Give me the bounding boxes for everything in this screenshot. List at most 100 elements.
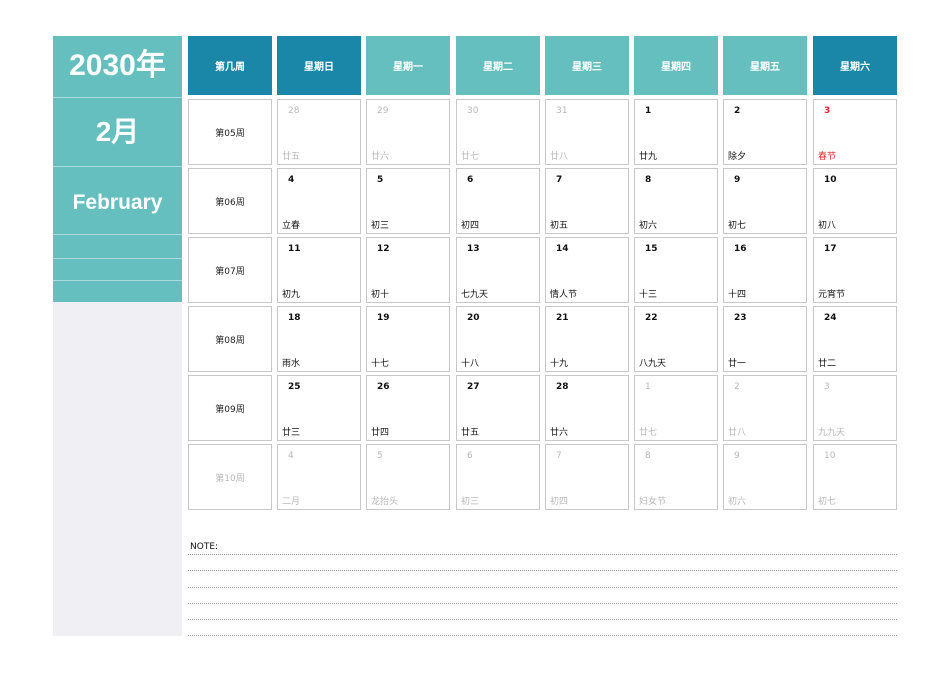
day-number: 8 [645, 451, 651, 461]
day-number: 25 [288, 382, 301, 392]
week-number-cell: 第06周 [188, 168, 272, 234]
note-line [188, 603, 897, 604]
lunar-date-label: 除夕 [728, 152, 747, 162]
header-sunday: 星期日 [277, 36, 361, 95]
day-cell[interactable]: 6 初四 [456, 168, 540, 234]
lunar-date-label: 立春 [282, 221, 301, 231]
day-cell[interactable]: 7 初五 [545, 168, 629, 234]
day-number: 2 [734, 106, 741, 116]
day-number: 10 [824, 175, 837, 185]
lunar-date-label: 春节 [818, 152, 837, 162]
day-number: 8 [645, 175, 652, 185]
day-number: 5 [377, 175, 384, 185]
day-number: 12 [377, 244, 390, 254]
lunar-date-label: 廿二 [818, 359, 837, 369]
lunar-date-label: 廿八 [550, 152, 569, 162]
week-number-cell: 第09周 [188, 375, 272, 441]
lunar-date-label: 二月 [282, 497, 301, 507]
day-number: 3 [824, 382, 830, 392]
day-cell[interactable]: 12 初十 [366, 237, 450, 303]
week-number-cell: 第07周 [188, 237, 272, 303]
day-cell[interactable]: 22 八九天 [634, 306, 718, 372]
day-cell[interactable]: 15 十三 [634, 237, 718, 303]
day-cell[interactable]: 11 初九 [277, 237, 361, 303]
day-cell[interactable]: 5 初三 [366, 168, 450, 234]
day-cell[interactable]: 19 十七 [366, 306, 450, 372]
day-cell[interactable]: 27 廿五 [456, 375, 540, 441]
day-number: 9 [734, 175, 741, 185]
header-thursday: 星期四 [634, 36, 718, 95]
day-number: 28 [556, 382, 569, 392]
day-number: 6 [467, 451, 473, 461]
day-cell[interactable]: 4 二月 [277, 444, 361, 510]
day-cell[interactable]: 29 廿六 [366, 99, 450, 165]
lunar-date-label: 九九天 [818, 428, 846, 438]
day-cell[interactable]: 8 初六 [634, 168, 718, 234]
lunar-date-label: 廿七 [639, 428, 658, 438]
header-saturday: 星期六 [813, 36, 897, 95]
day-cell[interactable]: 13 七九天 [456, 237, 540, 303]
day-cell[interactable]: 30 廿七 [456, 99, 540, 165]
day-number: 26 [377, 382, 390, 392]
day-number: 22 [645, 313, 658, 323]
day-cell[interactable]: 10 初七 [813, 444, 897, 510]
day-cell[interactable]: 17 元宵节 [813, 237, 897, 303]
day-cell[interactable]: 2 除夕 [723, 99, 807, 165]
day-number: 28 [288, 106, 300, 116]
day-number: 23 [734, 313, 747, 323]
note-line [188, 554, 897, 555]
day-cell[interactable]: 8 妇女节 [634, 444, 718, 510]
day-cell[interactable]: 26 廿四 [366, 375, 450, 441]
month-english-label: February [72, 191, 163, 214]
day-cell[interactable]: 2 廿八 [723, 375, 807, 441]
day-cell[interactable]: 31 廿八 [545, 99, 629, 165]
divider [53, 258, 182, 259]
day-cell[interactable]: 14 情人节 [545, 237, 629, 303]
day-cell[interactable]: 10 初八 [813, 168, 897, 234]
day-number: 11 [288, 244, 301, 254]
day-number: 27 [467, 382, 480, 392]
day-cell[interactable]: 25 廿三 [277, 375, 361, 441]
day-number: 3 [824, 106, 831, 116]
day-cell[interactable]: 3 春节 [813, 99, 897, 165]
lunar-date-label: 廿六 [371, 152, 390, 162]
lunar-date-label: 八九天 [639, 359, 667, 369]
lunar-date-label: 十三 [639, 290, 658, 300]
day-cell[interactable]: 7 初四 [545, 444, 629, 510]
day-cell[interactable]: 9 初六 [723, 444, 807, 510]
day-cell[interactable]: 4 立春 [277, 168, 361, 234]
day-cell[interactable]: 20 十八 [456, 306, 540, 372]
day-cell[interactable]: 6 初三 [456, 444, 540, 510]
day-cell[interactable]: 23 廿一 [723, 306, 807, 372]
lunar-date-label: 初三 [371, 221, 390, 231]
day-cell[interactable]: 28 廿五 [277, 99, 361, 165]
day-number: 21 [556, 313, 569, 323]
divider [53, 234, 182, 235]
lunar-date-label: 七九天 [461, 290, 489, 300]
divider [53, 166, 182, 167]
note-line [188, 635, 897, 636]
day-cell[interactable]: 9 初七 [723, 168, 807, 234]
lunar-date-label: 廿六 [550, 428, 569, 438]
note-line [188, 587, 897, 588]
header-monday: 星期一 [366, 36, 450, 95]
header-tuesday: 星期二 [456, 36, 540, 95]
day-number: 18 [288, 313, 301, 323]
header-week-column: 第几周 [188, 36, 272, 95]
header-wednesday: 星期三 [545, 36, 629, 95]
day-cell[interactable]: 24 廿二 [813, 306, 897, 372]
day-number: 17 [824, 244, 837, 254]
day-cell[interactable]: 3 九九天 [813, 375, 897, 441]
lunar-date-label: 十九 [550, 359, 569, 369]
lunar-date-label: 廿八 [728, 428, 747, 438]
day-cell[interactable]: 28 廿六 [545, 375, 629, 441]
day-cell[interactable]: 18 雨水 [277, 306, 361, 372]
lunar-date-label: 初六 [639, 221, 658, 231]
day-cell[interactable]: 1 廿九 [634, 99, 718, 165]
day-cell[interactable]: 5 龙抬头 [366, 444, 450, 510]
day-cell[interactable]: 1 廿七 [634, 375, 718, 441]
day-number: 9 [734, 451, 740, 461]
day-number: 10 [824, 451, 836, 461]
day-cell[interactable]: 21 十九 [545, 306, 629, 372]
day-cell[interactable]: 16 十四 [723, 237, 807, 303]
